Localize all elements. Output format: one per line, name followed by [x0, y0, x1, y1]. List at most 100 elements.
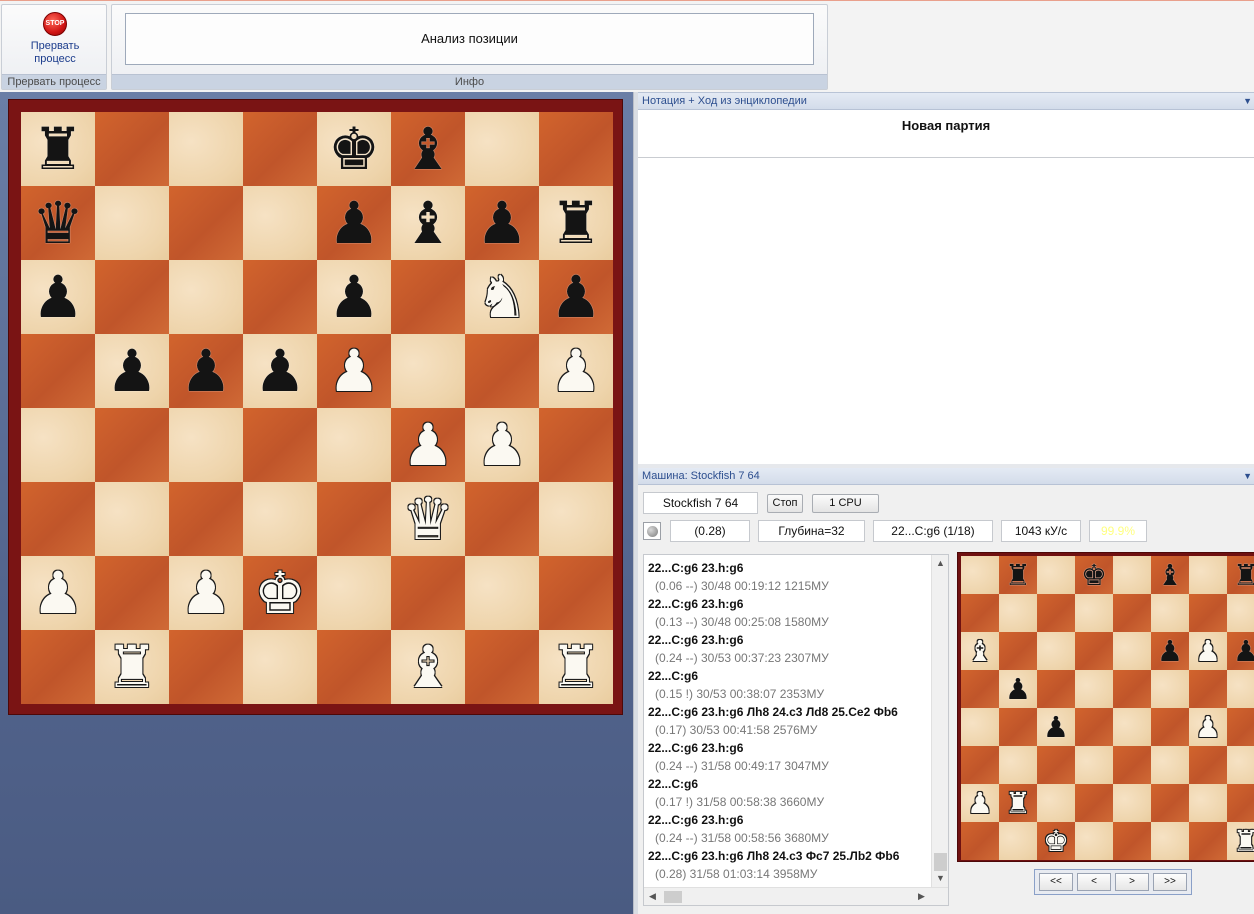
board-square[interactable] [1075, 594, 1113, 632]
nav-first-button[interactable]: << [1039, 873, 1073, 891]
board-square[interactable] [169, 260, 243, 334]
board-square[interactable] [1113, 822, 1151, 860]
white-bishop-icon[interactable]: ♝ [402, 638, 454, 696]
board-square[interactable]: ♜ [539, 630, 613, 704]
scroll-left-icon[interactable]: ◀ [644, 888, 661, 905]
white-rook-icon[interactable]: ♜ [106, 638, 158, 696]
board-square[interactable] [961, 822, 999, 860]
board-square[interactable]: ♟ [1151, 632, 1189, 670]
scroll-thumb[interactable] [664, 891, 682, 903]
board-square[interactable]: ♝ [391, 112, 465, 186]
board-square[interactable]: ♝ [391, 186, 465, 260]
board-square[interactable] [999, 594, 1037, 632]
black-rook-icon[interactable]: ♜ [32, 120, 84, 178]
board-square[interactable]: ♚ [317, 112, 391, 186]
black-pawn-icon[interactable]: ♟ [180, 342, 232, 400]
board-square[interactable] [243, 630, 317, 704]
board-square[interactable]: ♜ [999, 556, 1037, 594]
black-pawn-icon[interactable]: ♟ [328, 268, 380, 326]
board-square[interactable] [1075, 784, 1113, 822]
black-pawn-icon[interactable]: ♟ [1157, 636, 1183, 666]
board-square[interactable] [95, 482, 169, 556]
board-square[interactable] [1075, 670, 1113, 708]
board-square[interactable] [1113, 746, 1151, 784]
board-square[interactable] [1151, 708, 1189, 746]
board-square[interactable] [1227, 708, 1254, 746]
board-square[interactable] [1037, 594, 1075, 632]
black-pawn-icon[interactable]: ♟ [254, 342, 306, 400]
board-square[interactable] [999, 822, 1037, 860]
board-square[interactable] [1037, 632, 1075, 670]
analysis-item[interactable]: 22...С:g6 (0.17 !) 31/58 00:58:38 3660МУ [648, 775, 938, 811]
board-square[interactable] [1227, 746, 1254, 784]
board-square[interactable]: ♜ [1227, 822, 1254, 860]
white-pawn-icon[interactable]: ♟ [328, 342, 380, 400]
board-square[interactable] [1151, 746, 1189, 784]
black-pawn-icon[interactable]: ♟ [1233, 636, 1254, 666]
board-square[interactable] [169, 112, 243, 186]
analysis-item[interactable]: 22...С:g6 23.h:g6 (0.24 --) 30/53 00:37:2… [648, 631, 938, 667]
analysis-item[interactable]: 22...С:g6 23.h:g6 (0.24 --) 31/58 00:58:5… [648, 811, 938, 847]
board-square[interactable] [1227, 670, 1254, 708]
white-pawn-icon[interactable]: ♟ [476, 416, 528, 474]
board-square[interactable] [169, 408, 243, 482]
board-square[interactable] [1113, 784, 1151, 822]
board-square[interactable]: ♟ [317, 186, 391, 260]
black-rook-icon[interactable]: ♜ [1005, 560, 1031, 590]
board-square[interactable] [169, 630, 243, 704]
board-square[interactable] [1113, 670, 1151, 708]
board-square[interactable]: ♜ [539, 186, 613, 260]
horizontal-scrollbar[interactable]: ◀ ▶ [644, 887, 948, 905]
board-square[interactable] [169, 482, 243, 556]
black-pawn-icon[interactable]: ♟ [1005, 674, 1031, 704]
black-queen-icon[interactable]: ♛ [32, 194, 84, 252]
board-square[interactable] [961, 746, 999, 784]
board-square[interactable]: ♟ [95, 334, 169, 408]
board-square[interactable]: ♟ [243, 334, 317, 408]
board-square[interactable]: ♟ [999, 670, 1037, 708]
board-square[interactable] [1189, 556, 1227, 594]
analysis-item[interactable]: 22...С:g6 23.h:g6 (0.13 --) 30/48 00:25:0… [648, 595, 938, 631]
white-rook-icon[interactable]: ♜ [1005, 788, 1031, 818]
board-square[interactable]: ♟ [169, 334, 243, 408]
board-square[interactable]: ♟ [1227, 632, 1254, 670]
board-square[interactable] [1189, 822, 1227, 860]
board-square[interactable] [21, 482, 95, 556]
board-square[interactable]: ♟ [1189, 632, 1227, 670]
board-square[interactable]: ♚ [243, 556, 317, 630]
scroll-down-icon[interactable]: ▼ [932, 870, 948, 887]
board-square[interactable] [1037, 556, 1075, 594]
board-square[interactable] [1113, 632, 1151, 670]
board-square[interactable] [243, 186, 317, 260]
board-square[interactable] [317, 630, 391, 704]
board-square[interactable] [1227, 784, 1254, 822]
board-square[interactable] [169, 186, 243, 260]
white-queen-icon[interactable]: ♛ [402, 490, 454, 548]
white-pawn-icon[interactable]: ♟ [550, 342, 602, 400]
board-square[interactable] [465, 556, 539, 630]
board-square[interactable] [1075, 632, 1113, 670]
white-pawn-icon[interactable]: ♟ [32, 564, 84, 622]
board-square[interactable]: ♟ [961, 784, 999, 822]
board-square[interactable] [95, 556, 169, 630]
board-square[interactable] [1189, 784, 1227, 822]
board-square[interactable] [95, 408, 169, 482]
board-square[interactable] [465, 482, 539, 556]
black-rook-icon[interactable]: ♜ [1233, 560, 1254, 590]
board-square[interactable]: ♚ [1075, 556, 1113, 594]
board-square[interactable] [317, 556, 391, 630]
white-bishop-icon[interactable]: ♝ [967, 636, 993, 666]
board-square[interactable] [391, 334, 465, 408]
black-pawn-icon[interactable]: ♟ [328, 194, 380, 252]
board-square[interactable] [465, 334, 539, 408]
board-square[interactable] [1189, 594, 1227, 632]
board-square[interactable] [21, 334, 95, 408]
board-square[interactable]: ♜ [999, 784, 1037, 822]
board-square[interactable] [1227, 594, 1254, 632]
board-square[interactable] [1151, 594, 1189, 632]
white-rook-icon[interactable]: ♜ [550, 638, 602, 696]
board-square[interactable]: ♟ [465, 408, 539, 482]
board-square[interactable] [1189, 746, 1227, 784]
board-square[interactable] [21, 630, 95, 704]
white-king-icon[interactable]: ♚ [254, 564, 306, 622]
